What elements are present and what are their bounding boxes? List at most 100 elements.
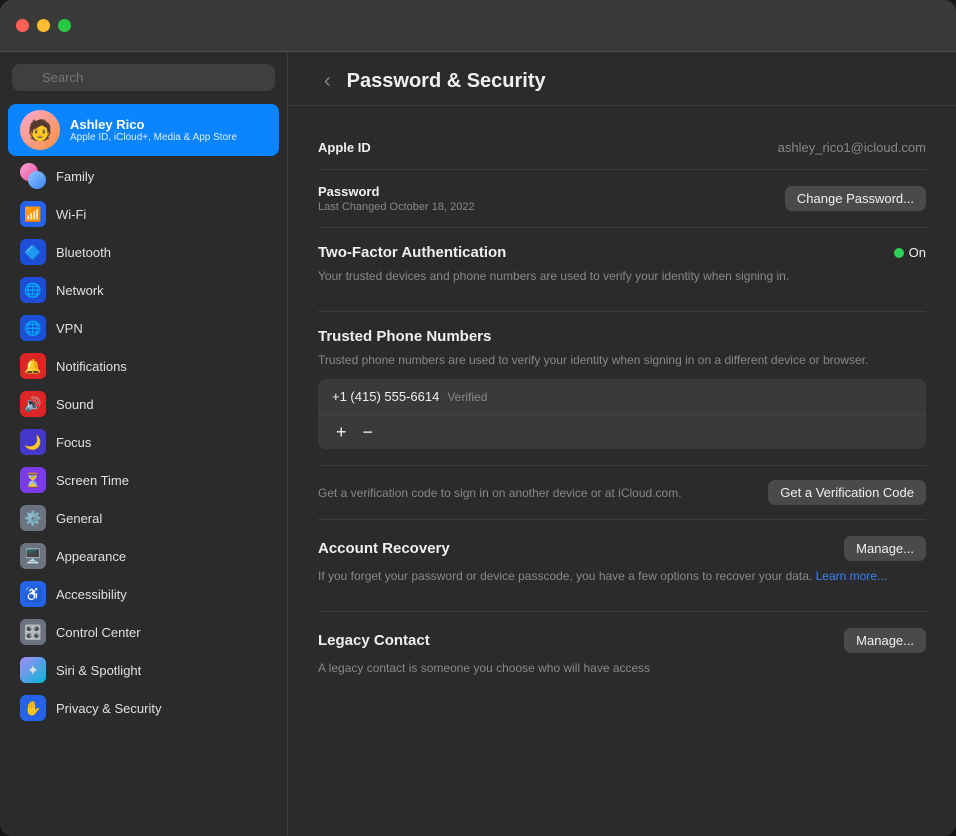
legacy-contact-desc: A legacy contact is someone you choose w… <box>318 659 926 677</box>
password-label: Password <box>318 184 475 199</box>
notifications-icon: 🔔 <box>20 353 46 379</box>
two-factor-status-label: On <box>909 245 926 260</box>
sidebar-item-vpn[interactable]: 🌐 VPN <box>8 310 279 346</box>
legacy-contact-header: Legacy Contact Manage... <box>318 628 926 653</box>
change-password-button[interactable]: Change Password... <box>785 186 926 211</box>
learn-more-link[interactable]: Learn more... <box>816 569 887 583</box>
main-panel: ‹ Password & Security Apple ID ashley_ri… <box>288 52 956 836</box>
apple-id-row: Apple ID ashley_rico1@icloud.com <box>318 126 926 170</box>
trusted-phone-title: Trusted Phone Numbers <box>318 328 926 345</box>
sidebar-item-network[interactable]: 🌐 Network <box>8 272 279 308</box>
user-subtitle: Apple ID, iCloud+, Media & App Store <box>70 132 237 143</box>
verified-badge: Verified <box>447 390 487 404</box>
account-recovery-desc: If you forget your password or device pa… <box>318 567 926 585</box>
green-dot-icon <box>894 248 904 258</box>
page-title: Password & Security <box>347 70 546 93</box>
two-factor-status: On <box>894 245 926 260</box>
screen-time-icon: ⏳ <box>20 467 46 493</box>
sidebar-item-user[interactable]: 🧑 Ashley Rico Apple ID, iCloud+, Media &… <box>8 104 279 156</box>
account-recovery-block: Account Recovery Manage... If you forget… <box>318 520 926 612</box>
sidebar-item-label-privacy: Privacy & Security <box>56 701 161 716</box>
content-area: 🔍 🧑 Ashley Rico Apple ID, iCloud+, Media… <box>0 52 956 836</box>
trusted-phone-block: Trusted Phone Numbers Trusted phone numb… <box>318 312 926 466</box>
two-factor-header: Two-Factor Authentication On <box>318 244 926 261</box>
sidebar-item-wifi[interactable]: 📶 Wi-Fi <box>8 196 279 232</box>
title-bar <box>0 0 956 52</box>
sidebar-item-label-family: Family <box>56 169 94 184</box>
sidebar-item-label-accessibility: Accessibility <box>56 587 127 602</box>
two-factor-block: Two-Factor Authentication On Your truste… <box>318 228 926 312</box>
search-input[interactable] <box>12 64 275 91</box>
sidebar-item-label-wifi: Wi-Fi <box>56 207 86 222</box>
family-avatar-2 <box>28 171 46 189</box>
window: 🔍 🧑 Ashley Rico Apple ID, iCloud+, Media… <box>0 0 956 836</box>
sound-icon: 🔊 <box>20 391 46 417</box>
account-recovery-header: Account Recovery Manage... <box>318 536 926 561</box>
main-header: ‹ Password & Security <box>288 52 956 106</box>
user-info: Ashley Rico Apple ID, iCloud+, Media & A… <box>70 117 237 143</box>
back-button[interactable]: ‹ <box>318 68 337 95</box>
sidebar-item-privacy[interactable]: ✋ Privacy & Security <box>8 690 279 726</box>
sidebar-item-focus[interactable]: 🌙 Focus <box>8 424 279 460</box>
add-phone-button[interactable]: + <box>328 421 355 443</box>
vpn-icon: 🌐 <box>20 315 46 341</box>
trusted-phone-desc: Trusted phone numbers are used to verify… <box>318 351 926 369</box>
traffic-lights <box>16 19 71 32</box>
focus-icon: 🌙 <box>20 429 46 455</box>
legacy-contact-manage-button[interactable]: Manage... <box>844 628 926 653</box>
main-content: Apple ID ashley_rico1@icloud.com Passwor… <box>288 106 956 723</box>
remove-phone-button[interactable]: − <box>355 421 382 443</box>
bluetooth-icon: 🔷 <box>20 239 46 265</box>
sidebar-item-label-screen-time: Screen Time <box>56 473 129 488</box>
minimize-button[interactable] <box>37 19 50 32</box>
sidebar-item-label-bluetooth: Bluetooth <box>56 245 111 260</box>
verification-row: Get a verification code to sign in on an… <box>318 466 926 520</box>
apple-id-label: Apple ID <box>318 140 371 155</box>
sidebar: 🔍 🧑 Ashley Rico Apple ID, iCloud+, Media… <box>0 52 288 836</box>
sidebar-item-label-vpn: VPN <box>56 321 83 336</box>
phone-box: +1 (415) 555-6614 Verified + − <box>318 379 926 449</box>
legacy-contact-title: Legacy Contact <box>318 632 430 649</box>
apple-id-value: ashley_rico1@icloud.com <box>778 140 926 155</box>
appearance-icon: 🖥️ <box>20 543 46 569</box>
sidebar-item-sound[interactable]: 🔊 Sound <box>8 386 279 422</box>
sidebar-item-siri[interactable]: ✦ Siri & Spotlight <box>8 652 279 688</box>
sidebar-item-bluetooth[interactable]: 🔷 Bluetooth <box>8 234 279 270</box>
two-factor-title: Two-Factor Authentication <box>318 244 506 261</box>
sidebar-item-label-sound: Sound <box>56 397 94 412</box>
user-name: Ashley Rico <box>70 117 237 132</box>
sidebar-item-appearance[interactable]: 🖥️ Appearance <box>8 538 279 574</box>
password-row: Password Last Changed October 18, 2022 C… <box>318 170 926 228</box>
family-avatars-icon <box>20 163 46 189</box>
close-button[interactable] <box>16 19 29 32</box>
sidebar-item-notifications[interactable]: 🔔 Notifications <box>8 348 279 384</box>
network-icon: 🌐 <box>20 277 46 303</box>
get-verification-code-button[interactable]: Get a Verification Code <box>768 480 926 505</box>
sidebar-item-label-general: General <box>56 511 102 526</box>
sidebar-item-label-network: Network <box>56 283 104 298</box>
account-recovery-title: Account Recovery <box>318 540 450 557</box>
phone-entry: +1 (415) 555-6614 Verified <box>318 379 926 415</box>
sidebar-item-label-notifications: Notifications <box>56 359 127 374</box>
siri-icon: ✦ <box>20 657 46 683</box>
sidebar-item-family[interactable]: Family <box>8 158 279 194</box>
general-icon: ⚙️ <box>20 505 46 531</box>
search-wrapper: 🔍 <box>12 64 275 91</box>
sidebar-item-label-appearance: Appearance <box>56 549 126 564</box>
maximize-button[interactable] <box>58 19 71 32</box>
sidebar-item-screen-time[interactable]: ⏳ Screen Time <box>8 462 279 498</box>
legacy-contact-block: Legacy Contact Manage... A legacy contac… <box>318 612 926 703</box>
phone-actions: + − <box>318 415 926 449</box>
wifi-icon: 📶 <box>20 201 46 227</box>
sidebar-item-accessibility[interactable]: ♿ Accessibility <box>8 576 279 612</box>
account-recovery-manage-button[interactable]: Manage... <box>844 536 926 561</box>
sidebar-item-label-control-center: Control Center <box>56 625 141 640</box>
verification-desc: Get a verification code to sign in on an… <box>318 484 748 502</box>
sidebar-item-label-siri: Siri & Spotlight <box>56 663 141 678</box>
avatar: 🧑 <box>20 110 60 150</box>
password-info: Password Last Changed October 18, 2022 <box>318 184 475 213</box>
sidebar-item-control-center[interactable]: 🎛️ Control Center <box>8 614 279 650</box>
phone-number: +1 (415) 555-6614 <box>332 389 439 404</box>
accessibility-icon: ♿ <box>20 581 46 607</box>
sidebar-item-general[interactable]: ⚙️ General <box>8 500 279 536</box>
